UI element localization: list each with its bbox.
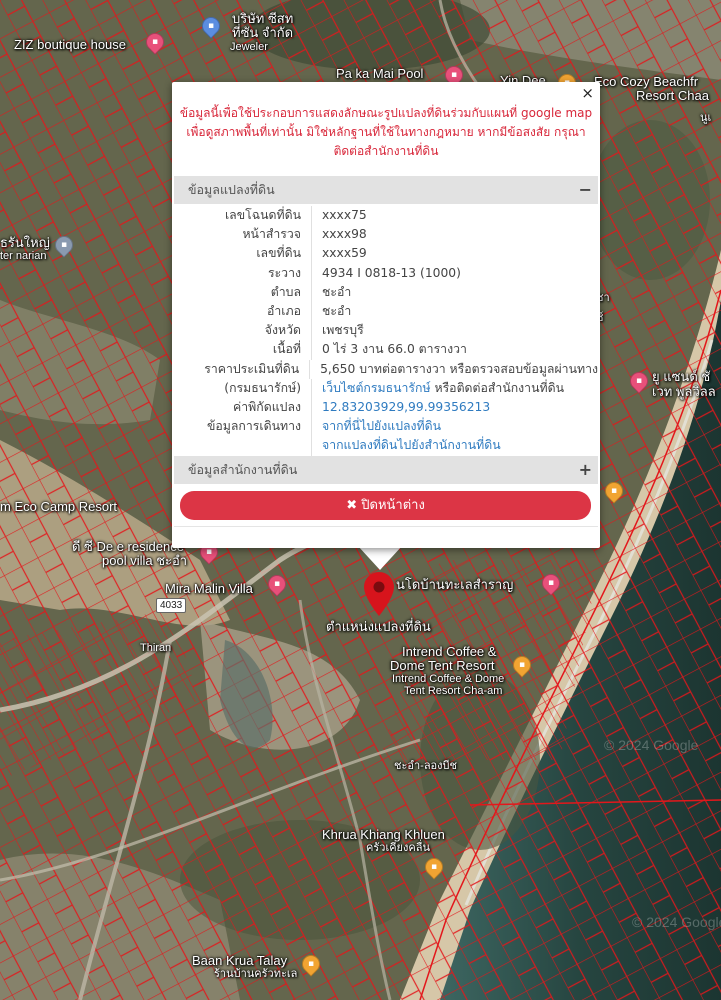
map-label-khrua-1[interactable]: Khrua Khiang Khluen — [322, 827, 445, 842]
map-label-company-2[interactable]: ที่ซัน จำกัด — [232, 25, 293, 40]
row-key: ระวาง — [174, 263, 312, 283]
map-label-road: Thiran — [140, 642, 172, 654]
map-label-parcel-position: ตำแหน่งแปลงที่ดิน — [326, 619, 431, 634]
row-value: xxxx75 — [322, 208, 367, 222]
map-label-jeweler[interactable]: Jeweler — [230, 41, 268, 53]
table-row: ตำบล ชะอำ — [174, 282, 598, 303]
map-label-right-edge-1[interactable]: นูเ — [700, 112, 711, 124]
row-value-link[interactable]: จากที่นี่ไปยังแปลงที่ดิน — [312, 417, 598, 436]
table-row: เลขโฉนดที่ดิน xxxx75 — [174, 206, 598, 226]
treasury-website-link[interactable]: เว็บไซต์กรมธนารักษ์ — [322, 381, 431, 395]
minus-icon[interactable]: − — [579, 176, 592, 204]
row-key: ข้อมูลการเดินทาง — [174, 417, 312, 437]
table-row: ราคาประเมินที่ดิน 5,650 บาทต่อตารางวา หรื… — [174, 359, 598, 379]
parcel-info-table: เลขโฉนดที่ดิน xxxx75 หน้าสำรวจ xxxx98 เลขที่… — [174, 206, 598, 456]
table-row: (กรมธนารักษ์) เว็บไซต์กรมธนารักษ์ หรือติด… — [174, 378, 598, 399]
row-key: เลขโฉนดที่ดิน — [174, 206, 312, 226]
table-row: จากแปลงที่ดินไปยังสำนักงานที่ดิน — [174, 436, 598, 456]
road-shield-4033: 4033 — [156, 598, 187, 613]
row-key: เนื้อที่ — [174, 340, 312, 360]
map-label-pakamai[interactable]: Pa ka Mai Pool — [336, 66, 423, 81]
popup-divider — [174, 526, 598, 527]
close-window-label: ปิดหน้าต่าง — [361, 498, 425, 513]
map-label-ziz[interactable]: ZIZ boutique house — [14, 37, 126, 52]
disclaimer-notice: ข้อมูลนี้เพื่อใช้ประกอบการแสดงลักษณะรูปแ… — [179, 106, 593, 158]
row-key — [174, 436, 312, 456]
map-label-ecocozy-2[interactable]: Resort Chaa — [636, 88, 709, 103]
row-value: 0 ไร่ 3 งาน 66.0 ตารางวา — [322, 342, 467, 357]
table-row: จังหวัด เพชรบุรี — [174, 321, 598, 341]
map-label-pool-villa[interactable]: pool villa ชะอำ — [102, 553, 187, 568]
panel-title: ข้อมูลแปลงที่ดิน — [188, 182, 275, 197]
row-key: เลขที่ดิน — [174, 244, 312, 264]
row-value: เว็บไซต์กรมธนารักษ์ หรือติดต่อสำนักงานที… — [312, 379, 598, 398]
table-row: หน้าสำรวจ xxxx98 — [174, 225, 598, 245]
row-key: หน้าสำรวจ — [174, 225, 312, 245]
parcel-info-popup: × ข้อมูลนี้เพื่อใช้ประกอบการแสดงลักษณะรู… — [172, 82, 600, 548]
row-value: เพชรบุรี — [322, 323, 364, 338]
row-value: 5,650 บาทต่อตารางวา หรือตรวจสอบข้อมูลผ่า… — [320, 361, 598, 376]
table-row: ระวาง 4934 I 0818-13 (1000) — [174, 263, 598, 283]
row-key: อำเภอ — [174, 302, 312, 322]
map-label-chaam[interactable]: ชะอำ-ลองบีช — [394, 760, 457, 772]
table-row: อำเภอ ชะอำ — [174, 302, 598, 322]
close-window-button[interactable]: ✖ ปิดหน้าต่าง — [180, 491, 591, 520]
table-row: เนื้อที่ 0 ไร่ 3 งาน 66.0 ตารางวา — [174, 340, 598, 360]
map-label-sand-1[interactable]: ยู แซนด์ ชั — [652, 369, 710, 384]
row-value: หรือติดต่อสำนักงานที่ดิน — [430, 380, 564, 395]
plus-icon[interactable]: + — [579, 456, 592, 484]
map-pin-icon[interactable] — [364, 572, 394, 616]
panel-header-land-office[interactable]: ข้อมูลสำนักงานที่ดิน + — [174, 456, 598, 484]
row-value: ชะอำ — [322, 304, 352, 319]
close-icon: ✖ — [346, 498, 358, 513]
map-label-sand-2[interactable]: เวท พูลวิลล — [652, 384, 716, 399]
row-key: (กรมธนารักษ์) — [174, 378, 312, 399]
row-key: ค่าพิกัดแปลง — [174, 398, 312, 418]
map-label-intrend-small-2[interactable]: Tent Resort Cha-am — [404, 685, 502, 697]
row-key: ตำบล — [174, 282, 312, 303]
row-value: ชะอำ — [322, 284, 352, 299]
map-label-intrend-small-1[interactable]: Intrend Coffee & Dome — [392, 673, 504, 685]
row-value-link[interactable]: จากแปลงที่ดินไปยังสำนักงานที่ดิน — [312, 436, 598, 455]
map-label-narian-1[interactable]: ธรันใหญ่ — [0, 235, 50, 250]
row-key: จังหวัด — [174, 321, 312, 341]
map-label-baan-1[interactable]: Baan Krua Talay — [192, 953, 287, 968]
row-value: xxxx59 — [322, 246, 367, 261]
panel-title: ข้อมูลสำนักงานที่ดิน — [188, 462, 298, 477]
row-value: xxxx98 — [322, 227, 367, 242]
popup-tail — [358, 546, 402, 570]
map-watermark: © 2024 Google — [604, 737, 699, 753]
map-label-ecocamp[interactable]: m Eco Camp Resort — [0, 499, 117, 514]
map-label-intrend-2[interactable]: Dome Tent Resort — [390, 658, 495, 673]
map-watermark-2: © 2024 Google — [632, 914, 721, 930]
table-row: ข้อมูลการเดินทาง จากที่นี่ไปยังแปลงที่ดิน — [174, 417, 598, 437]
row-value-link[interactable]: 12.83203929,99.99356213 — [312, 398, 598, 417]
map-label-khrua-2[interactable]: ครัวเคียงคลื่น — [366, 842, 430, 854]
map-label-baan-2[interactable]: ร้านบ้านครัวทะเล — [214, 968, 297, 980]
map-label-narian-2[interactable]: ter narian — [0, 250, 46, 262]
table-row: เลขที่ดิน xxxx59 — [174, 244, 598, 264]
map-label-tahasaraen[interactable]: นโดบ้านทะเลสำราญ — [396, 577, 513, 592]
row-value: 4934 I 0818-13 (1000) — [322, 265, 461, 280]
close-icon[interactable]: × — [581, 84, 594, 102]
map-label-mira[interactable]: Mira Malin Villa — [165, 581, 253, 596]
row-key: ราคาประเมินที่ดิน — [174, 359, 311, 379]
table-row: ค่าพิกัดแปลง 12.83203929,99.99356213 — [174, 398, 598, 418]
panel-header-parcel-info[interactable]: ข้อมูลแปลงที่ดิน − — [174, 176, 598, 204]
